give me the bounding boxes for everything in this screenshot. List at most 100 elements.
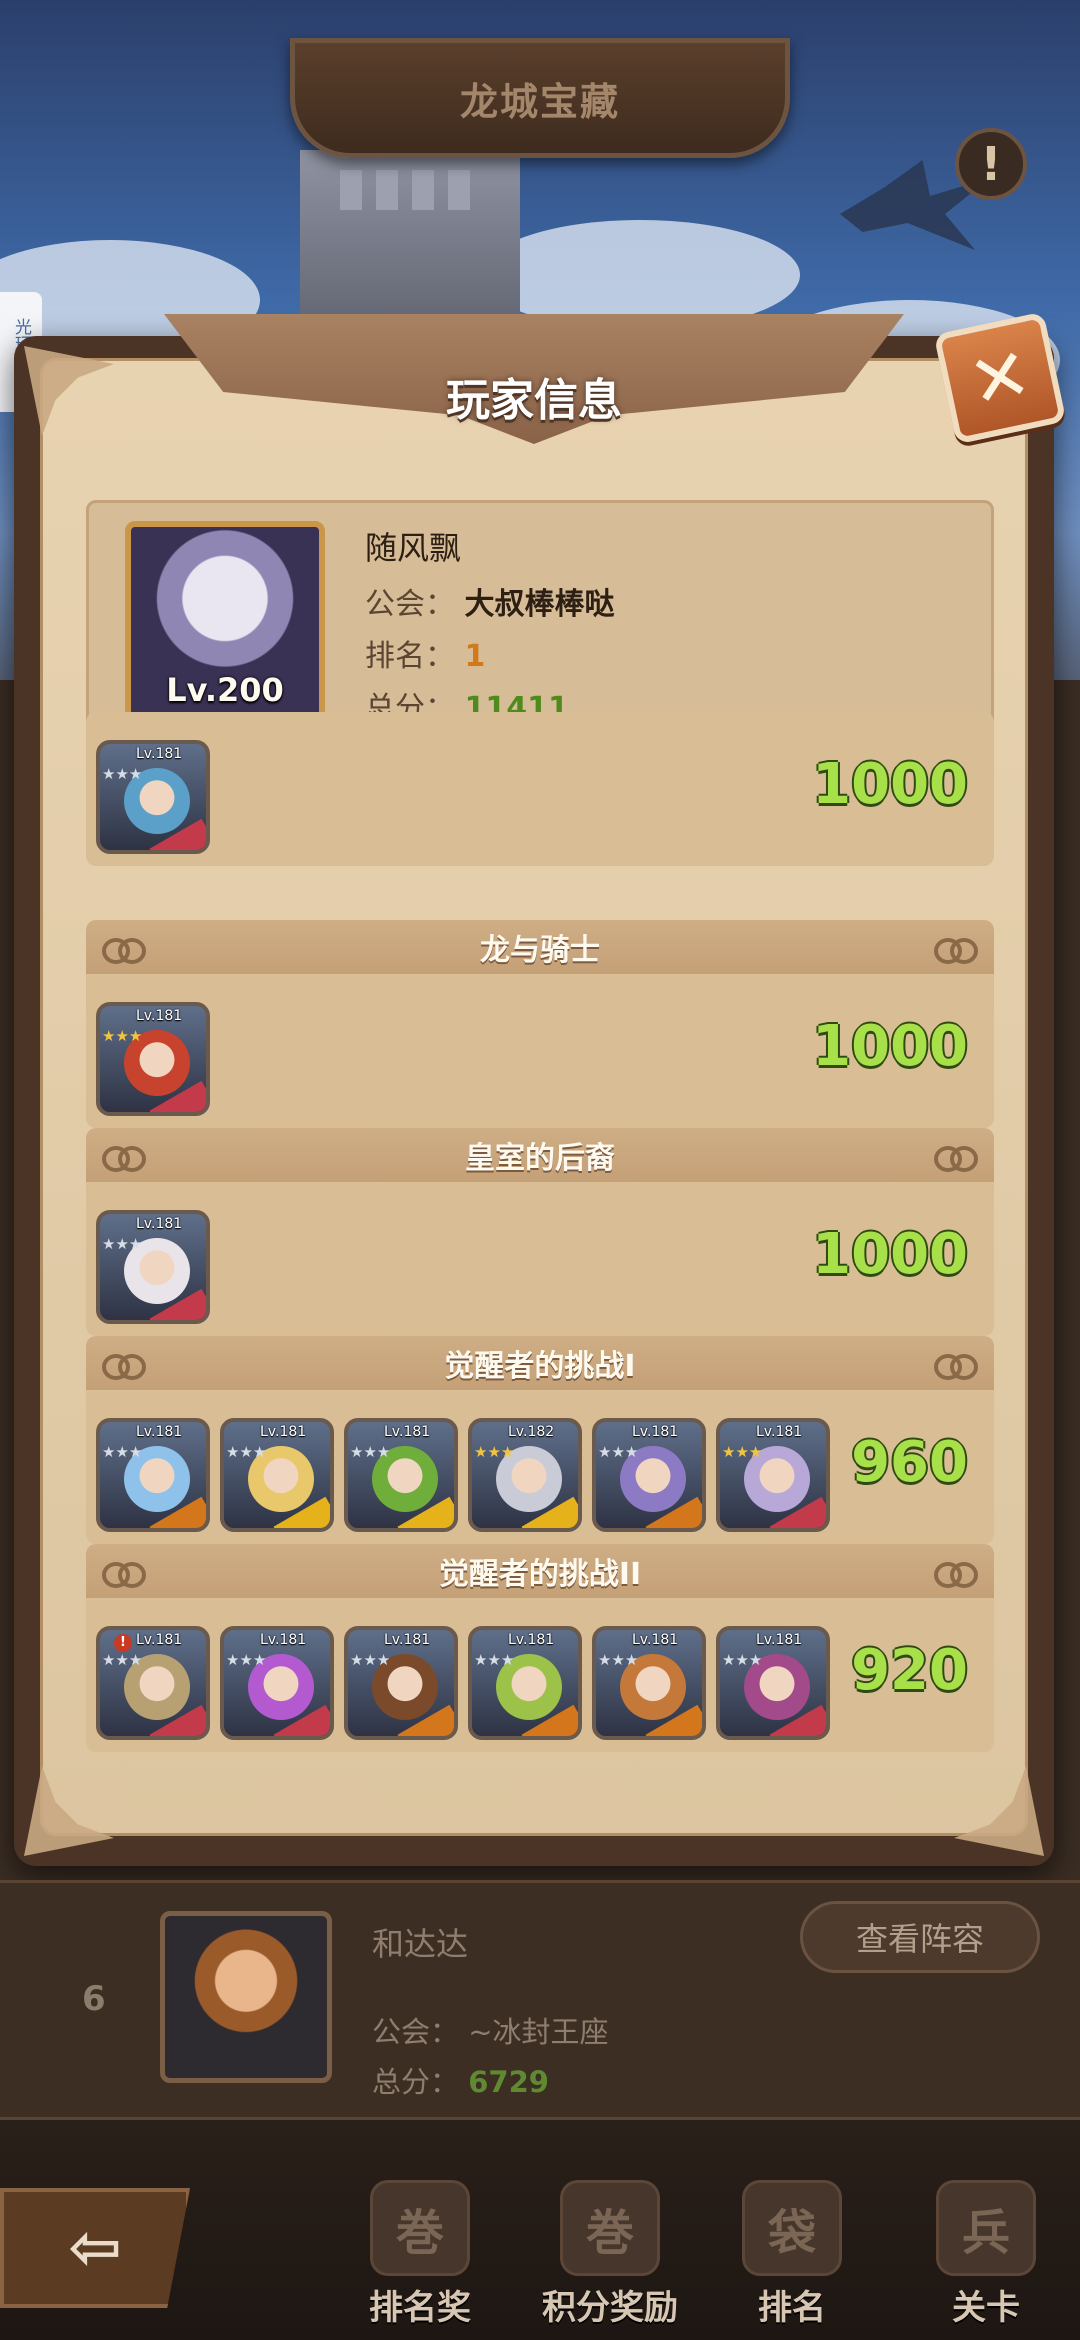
stage-section-header: 觉醒者的挑战II bbox=[86, 1544, 994, 1598]
hero-lineup: Lv.181 ★★★ bbox=[96, 740, 210, 854]
nav-label: 积分奖励 bbox=[542, 2288, 678, 2328]
view-lineup-button[interactable]: 查看阵容 bbox=[800, 1901, 1040, 1973]
star-rating-icon: ★★★ bbox=[102, 1027, 143, 1045]
player-profile: Lv.200 随风飘 公会： 大叔棒棒哒 排名： 1 总分： 11411 bbox=[86, 500, 994, 734]
hero-lineup: Lv.181 ★★★ bbox=[96, 1002, 210, 1116]
hero-level: Lv.181 bbox=[136, 1216, 183, 1232]
stage-section: 觉醒者的挑战I Lv.181 ★★★ Lv.181 ★★★ Lv.181 ★★★ Lv.182… bbox=[86, 1336, 994, 1544]
hero-level: Lv.181 bbox=[136, 1424, 183, 1440]
corner-ornament bbox=[954, 1766, 1044, 1856]
nav-label: 排名 bbox=[758, 2288, 826, 2328]
stage-title: 龙与骑士 bbox=[480, 933, 600, 968]
hero-card[interactable]: Lv.181 ★★★! bbox=[96, 1626, 210, 1740]
score-row: 总分： 6729 bbox=[372, 2059, 549, 2101]
guild-row: 公会： ~冰封王座 bbox=[372, 2009, 609, 2051]
stage-section: Lv.181 ★★★ 1000 bbox=[86, 712, 994, 866]
star-rating-icon: ★★★ bbox=[102, 765, 143, 783]
header-ornament-icon bbox=[102, 1144, 146, 1172]
guild-label: 公会： bbox=[365, 587, 455, 622]
hero-card[interactable]: Lv.181 ★★★ bbox=[716, 1626, 830, 1740]
hero-level: Lv.181 bbox=[632, 1632, 679, 1648]
nav-label: 排名奖 bbox=[369, 2288, 471, 2328]
stage-section-header: 觉醒者的挑战I bbox=[86, 1336, 994, 1390]
hero-card[interactable]: Lv.181 ★★★ bbox=[592, 1626, 706, 1740]
guild-row: 公会： 大叔棒棒哒 bbox=[365, 579, 615, 623]
header-ornament-icon bbox=[934, 1144, 978, 1172]
nav-ranking[interactable]: 袋 排名 bbox=[712, 2180, 872, 2330]
stage-section: 龙与骑士 Lv.181 ★★★ 1000 bbox=[86, 920, 994, 1128]
hero-lineup: Lv.181 ★★★ Lv.181 ★★★ Lv.181 ★★★ Lv.182 ★★★ Lv.1… bbox=[96, 1418, 830, 1532]
background-cloud bbox=[480, 220, 800, 330]
hero-card[interactable]: Lv.181 ★★★ bbox=[220, 1418, 334, 1532]
star-rating-icon: ★★★ bbox=[102, 1651, 143, 1669]
bag-icon: 袋 bbox=[742, 2180, 842, 2276]
ranking-list-item[interactable]: 6 和达达 公会： ~冰封王座 总分： 6729 查看阵容 bbox=[0, 1880, 1080, 2120]
star-rating-icon: ★★★ bbox=[350, 1651, 391, 1669]
hero-card[interactable]: Lv.181 ★★★ bbox=[96, 1418, 210, 1532]
rank-number: 6 bbox=[82, 1979, 106, 2019]
avatar[interactable] bbox=[160, 1911, 332, 2083]
star-rating-icon: ★★★ bbox=[102, 1235, 143, 1253]
stage-score: 920 bbox=[851, 1638, 968, 1703]
hero-card[interactable]: Lv.181 ★★★ bbox=[344, 1418, 458, 1532]
hero-level: Lv.181 bbox=[384, 1424, 431, 1440]
hero-card[interactable]: Lv.181 ★★★ bbox=[468, 1626, 582, 1740]
star-rating-icon: ★★★ bbox=[350, 1443, 391, 1461]
header-ornament-icon bbox=[102, 936, 146, 964]
stage-section: 觉醒者的挑战II Lv.181 ★★★! Lv.181 ★★★ Lv.181 ★★★ Lv.1… bbox=[86, 1544, 994, 1752]
hero-level: Lv.181 bbox=[508, 1632, 555, 1648]
back-button[interactable]: ⇦ bbox=[0, 2188, 190, 2308]
close-icon: ✕ bbox=[961, 330, 1039, 426]
hero-card[interactable]: Lv.181 ★★★ bbox=[96, 1002, 210, 1116]
guild-value: ~冰封王座 bbox=[468, 2015, 609, 2049]
player-level: Lv.200 bbox=[166, 671, 284, 709]
hero-level: Lv.182 bbox=[508, 1424, 555, 1440]
guild-label: 公会： bbox=[372, 2015, 460, 2049]
scroll-icon: 巻 bbox=[370, 2180, 470, 2276]
stage-section-body: Lv.181 ★★★! Lv.181 ★★★ Lv.181 ★★★ Lv.181 ★★★ Lv.… bbox=[86, 1598, 994, 1752]
hero-card[interactable]: Lv.181 ★★★ bbox=[344, 1626, 458, 1740]
star-rating-icon: ★★★ bbox=[598, 1651, 639, 1669]
star-rating-icon: ★★★ bbox=[722, 1443, 763, 1461]
score-label: 总分： bbox=[372, 2065, 460, 2099]
header-ornament-icon bbox=[934, 1560, 978, 1588]
nav-stage[interactable]: 兵 关卡 bbox=[906, 2180, 1066, 2330]
stage-score: 960 bbox=[851, 1430, 968, 1495]
header-ornament-icon bbox=[934, 936, 978, 964]
hero-level: Lv.181 bbox=[756, 1424, 803, 1440]
hero-level: Lv.181 bbox=[136, 746, 183, 762]
hero-level: Lv.181 bbox=[136, 1008, 183, 1024]
hero-level: Lv.181 bbox=[632, 1424, 679, 1440]
hero-level: Lv.181 bbox=[260, 1632, 307, 1648]
stage-score: 1000 bbox=[812, 1014, 968, 1079]
stage-section-body: Lv.181 ★★★ 1000 bbox=[86, 974, 994, 1128]
stage-section-header: 皇室的后裔 bbox=[86, 1128, 994, 1182]
rank-value: 1 bbox=[464, 639, 486, 674]
nav-rank-reward[interactable]: 巻 排名奖 bbox=[340, 2180, 500, 2330]
header-ornament-icon bbox=[102, 1352, 146, 1380]
player-avatar[interactable]: Lv.200 bbox=[125, 521, 325, 721]
hero-level: Lv.181 bbox=[756, 1632, 803, 1648]
player-name: 随风飘 bbox=[365, 529, 462, 567]
stage-title: 觉醒者的挑战II bbox=[438, 1557, 642, 1592]
hero-card[interactable]: Lv.181 ★★★ bbox=[592, 1418, 706, 1532]
hero-card[interactable]: Lv.181 ★★★ bbox=[220, 1626, 334, 1740]
page-title: 龙城宝藏 bbox=[459, 79, 620, 124]
stage-section-body: Lv.181 ★★★ 1000 bbox=[86, 1182, 994, 1336]
star-rating-icon: ★★★ bbox=[474, 1443, 515, 1461]
hero-card[interactable]: Lv.182 ★★★ bbox=[468, 1418, 582, 1532]
hero-card[interactable]: Lv.181 ★★★ bbox=[716, 1418, 830, 1532]
guild-value: 大叔棒棒哒 bbox=[464, 587, 615, 622]
hero-card[interactable]: Lv.181 ★★★ bbox=[96, 1210, 210, 1324]
info-icon[interactable]: ! bbox=[955, 128, 1027, 200]
stage-score: 1000 bbox=[812, 1222, 968, 1287]
hero-card[interactable]: Lv.181 ★★★ bbox=[96, 740, 210, 854]
nav-points-reward[interactable]: 巻 积分奖励 bbox=[530, 2180, 690, 2330]
hero-lineup: Lv.181 ★★★ bbox=[96, 1210, 210, 1324]
score-value: 6729 bbox=[468, 2065, 549, 2099]
stage-section-body: Lv.181 ★★★ Lv.181 ★★★ Lv.181 ★★★ Lv.182 ★★★ Lv.1… bbox=[86, 1390, 994, 1544]
dialog-title: 玩家信息 bbox=[446, 375, 622, 426]
stage-section-body: Lv.181 ★★★ 1000 bbox=[86, 712, 994, 866]
bottom-navigation: ⇦ 巻 排名奖 巻 积分奖励 袋 排名 兵 关卡 bbox=[0, 2120, 1080, 2340]
close-button[interactable]: ✕ bbox=[933, 311, 1067, 445]
